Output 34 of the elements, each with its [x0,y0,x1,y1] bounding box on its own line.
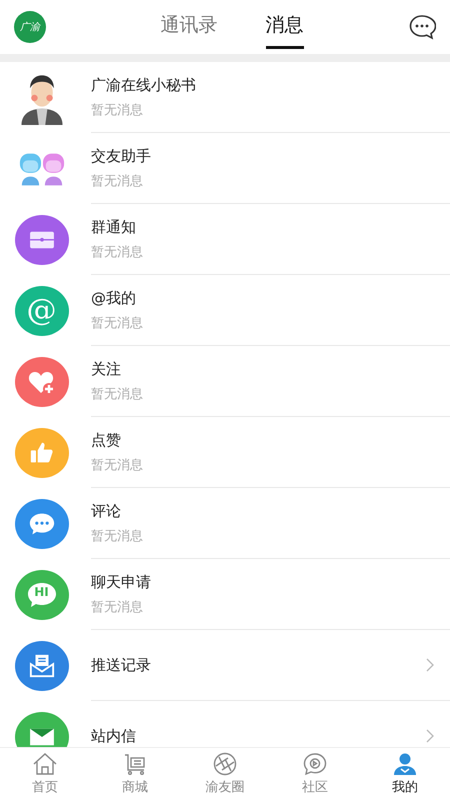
message-preview: 暂无消息 [91,456,143,474]
message-preview: 暂无消息 [91,102,143,118]
message-preview: 暂无消息 [91,172,143,190]
chat-icon [302,752,328,776]
hi-label: HI [33,584,50,598]
two-people-icon [18,152,66,186]
message-preview: 暂无消息 [91,244,143,260]
nav-tab[interactable]: 社区 [270,748,360,800]
conversation-title[interactable]: 推送记录 [91,656,151,674]
at-sign: @ [26,293,56,328]
nav-tab[interactable]: 渝友圈 [180,748,270,800]
nav-tab[interactable]: 商城 [90,748,180,800]
chat-bubble-icon[interactable] [408,13,436,41]
conversation-title[interactable]: 聊天申请 [91,572,151,592]
message-preview: 暂无消息 [91,528,143,544]
nav-tab[interactable]: 我的 [360,748,450,800]
conversation-title[interactable]: 站内信 [91,726,136,746]
conversation-title[interactable]: @我的 [91,288,136,308]
conversation-title[interactable]: 关注 [91,360,121,378]
conversation-title[interactable]: 交友助手 [91,146,151,166]
message-preview: 暂无消息 [91,386,143,402]
home-icon [32,752,58,776]
tab[interactable]: 通讯录 [160,6,218,48]
tab[interactable]: 消息 [266,6,304,48]
conversation-title[interactable]: 点赞 [91,430,121,450]
message-preview: 暂无消息 [91,598,143,616]
aperture-icon [212,752,238,776]
app-logo: 广渝 [14,11,46,43]
conversation-title[interactable]: 评论 [91,502,121,520]
conversation-title[interactable]: 群通知 [91,218,136,236]
nav-tab[interactable]: 首页 [0,748,90,800]
user-icon [392,752,418,776]
conversation-title[interactable]: 广渝在线小秘书 [91,76,196,94]
message-preview: 暂无消息 [91,314,143,332]
